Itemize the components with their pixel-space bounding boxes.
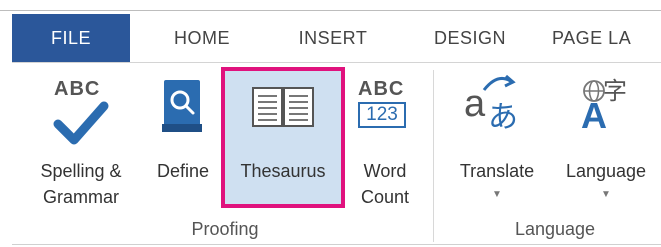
language-dropdown-arrow[interactable]: ▼	[553, 184, 659, 206]
word-count-icon-123: 123	[358, 102, 406, 128]
word-count-icon: ABC 123	[348, 74, 422, 154]
thesaurus-button[interactable]: Thesaurus	[225, 74, 341, 184]
word-count-button[interactable]: ABC 123 Word Count	[348, 74, 422, 210]
proofing-group-label: Proofing	[191, 219, 259, 239]
define-book-icon	[146, 74, 220, 154]
translate-button[interactable]: a あ Translate ▼	[442, 74, 552, 206]
translate-dropdown-arrow[interactable]: ▼	[442, 184, 552, 206]
translate-icon: a あ	[442, 74, 552, 154]
ribbon-bottom-border	[12, 244, 661, 245]
language-group-label: Language	[514, 219, 596, 239]
window-top-border	[0, 10, 661, 11]
spelling-icon-abc: ABC	[54, 78, 101, 100]
translate-icon-japanese: あ	[488, 101, 518, 134]
language-button[interactable]: A 字 Language ▼	[553, 74, 659, 206]
language-icon-chinese: 字	[603, 78, 627, 105]
spelling-check-icon: ABC	[22, 74, 140, 154]
language-icon: A 字	[553, 74, 659, 154]
tab-design[interactable]: DESIGN	[414, 14, 526, 62]
word-count-label-line2: Count	[360, 187, 410, 207]
tab-insert[interactable]: INSERT	[278, 14, 388, 62]
thesaurus-label: Thesaurus	[240, 161, 326, 181]
tab-home[interactable]: HOME	[152, 14, 252, 62]
spelling-label-line2: Grammar	[43, 187, 119, 207]
group-separator	[433, 70, 434, 242]
translate-icon-latin: a	[464, 83, 486, 125]
define-label: Define	[156, 161, 210, 181]
tab-file[interactable]: FILE	[12, 14, 130, 62]
tab-page-layout[interactable]: PAGE LA	[552, 14, 661, 62]
spelling-grammar-button[interactable]: ABC Spelling & Grammar	[22, 74, 140, 210]
spelling-label-line1: Spelling &	[40, 161, 122, 181]
define-button[interactable]: Define	[146, 74, 220, 184]
language-label: Language	[565, 161, 647, 181]
translate-label: Translate	[459, 161, 535, 181]
word-count-label-line1: Word	[363, 161, 407, 181]
ribbon-tab-bar: FILE HOME INSERT DESIGN PAGE LA	[12, 14, 661, 62]
word-ribbon-window: FILE HOME INSERT DESIGN PAGE LA ABC Spel…	[0, 0, 661, 247]
word-count-icon-abc: ABC	[358, 78, 405, 100]
thesaurus-book-icon	[225, 74, 341, 154]
